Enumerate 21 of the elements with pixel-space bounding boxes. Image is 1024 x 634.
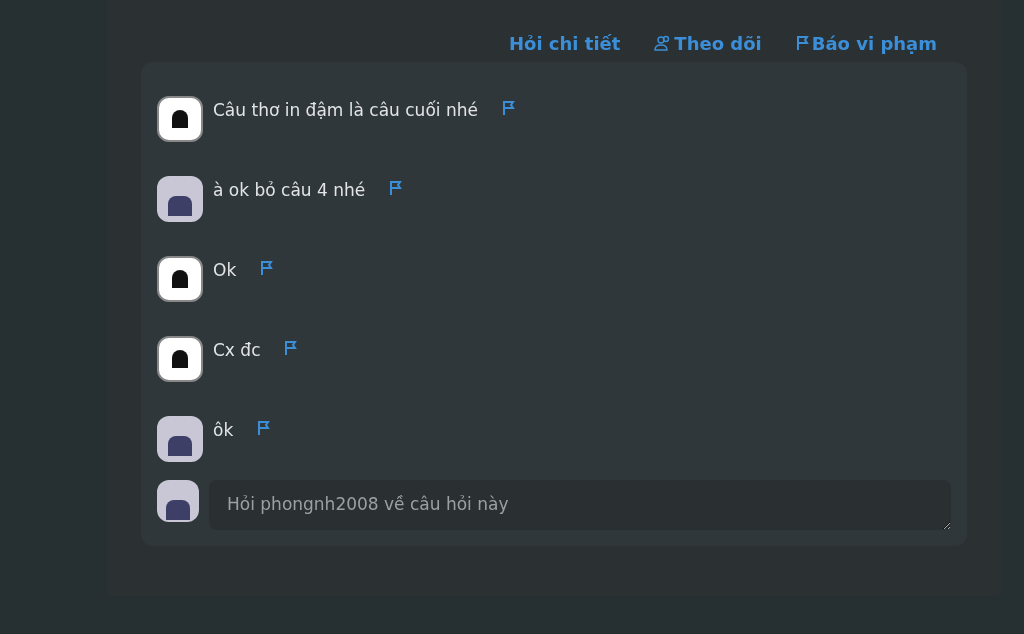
action-link[interactable]: Theo dõi [654,29,762,57]
action-link[interactable]: Hỏi chi tiết [509,29,621,57]
avatar [157,96,203,142]
report-flag-icon[interactable] [260,260,275,276]
comment-text: ôk [213,419,234,442]
comment-text: Cx đc [213,339,261,362]
comment-text: Câu thơ in đậm là câu cuối nhé [213,99,478,122]
avatar [157,176,203,222]
flag-icon [795,35,810,51]
avatar [157,336,203,382]
comment-text: Ok [213,259,237,282]
avatar [157,480,199,522]
comment-text: à ok bỏ câu 4 nhé [213,179,366,202]
avatar [157,416,203,462]
report-flag-icon[interactable] [257,420,272,436]
report-flag-icon[interactable] [501,100,516,116]
action-link[interactable]: Báo vi phạm [795,29,937,57]
report-flag-icon[interactable] [284,340,299,356]
report-flag-icon[interactable] [389,180,404,196]
avatar [157,256,203,302]
reply-field[interactable]: Hỏi phongnh2008 về câu hỏi này [209,480,951,530]
